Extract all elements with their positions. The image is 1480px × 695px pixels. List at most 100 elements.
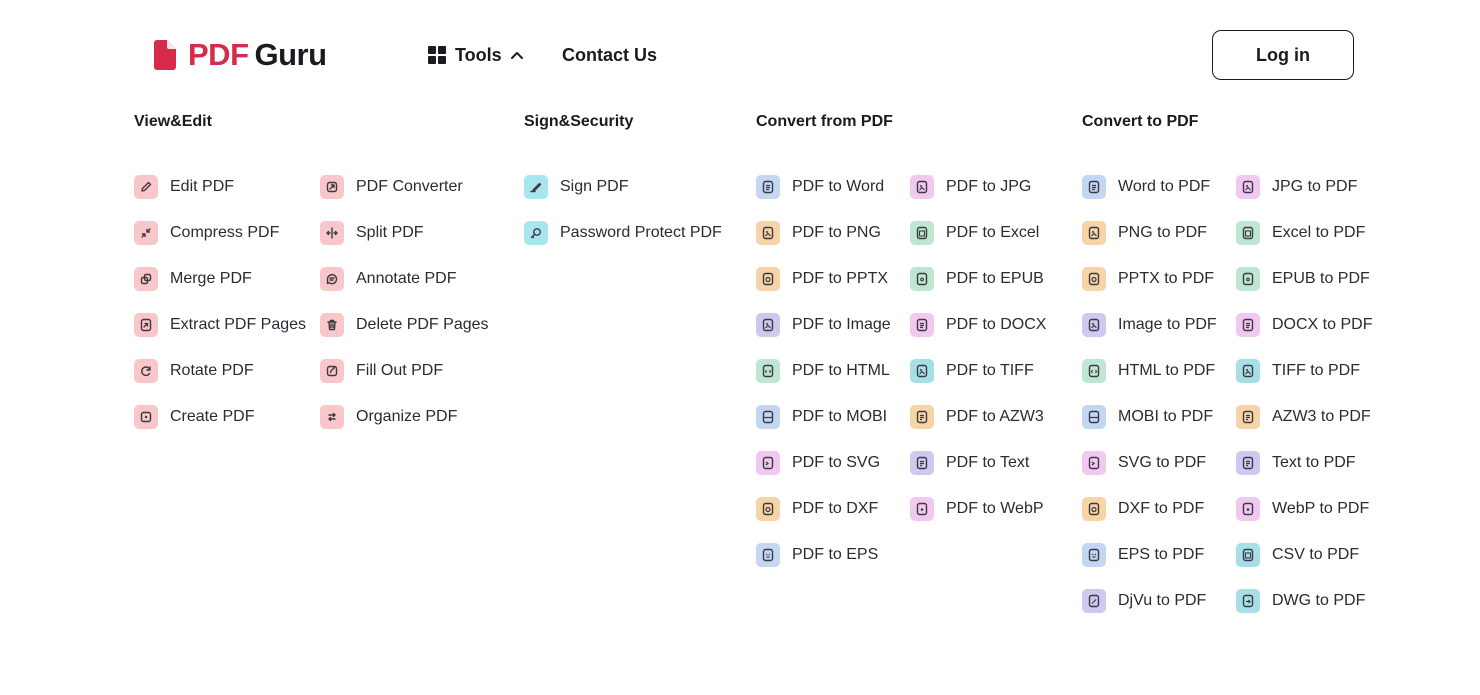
menu-item-pdf-to-excel[interactable]: PDF to Excel [910, 209, 1046, 257]
menu-item-label: MOBI to PDF [1118, 408, 1214, 425]
menu-item-epub-to-pdf[interactable]: EPUB to PDF [1236, 255, 1372, 303]
menu-item-pdf-to-jpg[interactable]: PDF to JPG [910, 163, 1046, 211]
menu-item-docx-to-pdf[interactable]: DOCX to PDF [1236, 301, 1372, 349]
docx-file-icon [910, 313, 934, 337]
menu-item-merge-pdf[interactable]: Merge PDF [134, 255, 306, 303]
menu-item-label: HTML to PDF [1118, 362, 1216, 379]
menu-item-pdf-to-text[interactable]: PDF to Text [910, 439, 1046, 487]
menu-item-label: PDF to JPG [946, 178, 1032, 195]
tools-menu-toggle[interactable]: Tools [428, 42, 524, 68]
menu-item-split-pdf[interactable]: Split PDF [320, 209, 489, 257]
menu-item-edit-pdf[interactable]: Edit PDF [134, 163, 306, 211]
azw3-file-icon [910, 405, 934, 429]
contact-us-link[interactable]: Contact Us [562, 42, 657, 68]
menu-item-label: Word to PDF [1118, 178, 1211, 195]
menu-item-pdf-to-dxf[interactable]: PDF to DXF [756, 485, 891, 533]
pdf-file-logo-icon [154, 40, 176, 70]
menu-item-label: DOCX to PDF [1272, 316, 1373, 333]
menu-item-html-to-pdf[interactable]: HTML to PDF [1082, 347, 1217, 395]
excel-file-icon [910, 221, 934, 245]
menu-item-label: DXF to PDF [1118, 500, 1205, 517]
menu-item-label: PNG to PDF [1118, 224, 1207, 241]
menu-item-label: Sign PDF [560, 178, 629, 195]
menu-item-pdf-to-svg[interactable]: PDF to SVG [756, 439, 891, 487]
menu-item-pdf-to-mobi[interactable]: PDF to MOBI [756, 393, 891, 441]
menu-item-label: Fill Out PDF [356, 362, 444, 379]
menu-item-password-protect-pdf[interactable]: Password Protect PDF [524, 209, 722, 257]
menu-item-label: PDF to Excel [946, 224, 1040, 241]
menu-item-pdf-to-image[interactable]: PDF to Image [756, 301, 891, 349]
image-file-icon [756, 313, 780, 337]
menu-item-pdf-to-word[interactable]: PDF to Word [756, 163, 891, 211]
menu-item-azw3-to-pdf[interactable]: AZW3 to PDF [1236, 393, 1372, 441]
menu-item-text-to-pdf[interactable]: Text to PDF [1236, 439, 1372, 487]
menu-item-label: PDF to EPUB [946, 270, 1044, 287]
menu-item-webp-to-pdf[interactable]: WebP to PDF [1236, 485, 1372, 533]
merge-icon [134, 267, 158, 291]
azw3-file-icon [1236, 405, 1260, 429]
menu-item-pdf-to-epub[interactable]: PDF to EPUB [910, 255, 1046, 303]
create-icon [134, 405, 158, 429]
menu-item-pdf-to-docx[interactable]: PDF to DOCX [910, 301, 1046, 349]
menu-item-pdf-to-html[interactable]: PDF to HTML [756, 347, 891, 395]
menu-item-sign-pdf[interactable]: Sign PDF [524, 163, 722, 211]
extract-icon [134, 313, 158, 337]
tiff-file-icon [910, 359, 934, 383]
menu-item-fill-out-pdf[interactable]: Fill Out PDF [320, 347, 489, 395]
menu-item-csv-to-pdf[interactable]: CSV to PDF [1236, 531, 1372, 579]
menu-item-annotate-pdf[interactable]: Annotate PDF [320, 255, 489, 303]
menu-item-eps-to-pdf[interactable]: EPS to PDF [1082, 531, 1217, 579]
menu-item-pdf-to-pptx[interactable]: PDF to PPTX [756, 255, 891, 303]
menu-item-pdf-to-tiff[interactable]: PDF to TIFF [910, 347, 1046, 395]
menu-item-label: WebP to PDF [1272, 500, 1370, 517]
menu-item-delete-pdf-pages[interactable]: Delete PDF Pages [320, 301, 489, 349]
menu-item-mobi-to-pdf[interactable]: MOBI to PDF [1082, 393, 1217, 441]
convert-to-column-2: JPG to PDF Excel to PDF EPUB to PDF DOCX to… [1236, 163, 1372, 625]
menu-item-word-to-pdf[interactable]: Word to PDF [1082, 163, 1217, 211]
menu-item-svg-to-pdf[interactable]: SVG to PDF [1082, 439, 1217, 487]
menu-item-djvu-to-pdf[interactable]: DjVu to PDF [1082, 577, 1217, 625]
menu-item-label: PPTX to PDF [1118, 270, 1215, 287]
fill-out-icon [320, 359, 344, 383]
menu-item-dxf-to-pdf[interactable]: DXF to PDF [1082, 485, 1217, 533]
view-edit-column-2: PDF Converter Split PDF Annotate PDF Delete… [320, 163, 489, 441]
excel-file-icon [1236, 221, 1260, 245]
section-title-view-edit: View&Edit [134, 113, 212, 130]
lock-icon [524, 221, 548, 245]
menu-item-rotate-pdf[interactable]: Rotate PDF [134, 347, 306, 395]
menu-item-label: Split PDF [356, 224, 424, 241]
menu-item-jpg-to-pdf[interactable]: JPG to PDF [1236, 163, 1372, 211]
menu-item-label: Annotate PDF [356, 270, 457, 287]
word-file-icon [1082, 175, 1106, 199]
menu-item-pdf-to-eps[interactable]: PDF to EPS [756, 531, 891, 579]
epub-file-icon [910, 267, 934, 291]
menu-item-pptx-to-pdf[interactable]: PPTX to PDF [1082, 255, 1217, 303]
menu-item-label: Compress PDF [170, 224, 280, 241]
menu-item-pdf-to-webp[interactable]: PDF to WebP [910, 485, 1046, 533]
png-file-icon [1082, 221, 1106, 245]
webp-file-icon [910, 497, 934, 521]
csv-file-icon [1236, 543, 1260, 567]
menu-item-excel-to-pdf[interactable]: Excel to PDF [1236, 209, 1372, 257]
menu-item-pdf-converter[interactable]: PDF Converter [320, 163, 489, 211]
menu-item-label: PDF Converter [356, 178, 463, 195]
menu-item-create-pdf[interactable]: Create PDF [134, 393, 306, 441]
menu-item-label: TIFF to PDF [1272, 362, 1360, 379]
logo-text-guru: Guru [254, 37, 328, 72]
menu-item-extract-pdf-pages[interactable]: Extract PDF Pages [134, 301, 306, 349]
text-file-icon [1236, 451, 1260, 475]
menu-item-label: EPS to PDF [1118, 546, 1205, 563]
menu-item-pdf-to-png[interactable]: PDF to PNG [756, 209, 891, 257]
menu-item-png-to-pdf[interactable]: PNG to PDF [1082, 209, 1217, 257]
menu-item-tiff-to-pdf[interactable]: TIFF to PDF [1236, 347, 1372, 395]
convert-from-column-1: PDF to Word PDF to PNG PDF to PPTX PDF to I… [756, 163, 891, 579]
sign-security-column: Sign PDF Password Protect PDF [524, 163, 722, 257]
menu-item-compress-pdf[interactable]: Compress PDF [134, 209, 306, 257]
logo[interactable]: PDF Guru [154, 37, 328, 72]
menu-item-pdf-to-azw3[interactable]: PDF to AZW3 [910, 393, 1046, 441]
menu-item-label: Organize PDF [356, 408, 458, 425]
menu-item-image-to-pdf[interactable]: Image to PDF [1082, 301, 1217, 349]
menu-item-organize-pdf[interactable]: Organize PDF [320, 393, 489, 441]
menu-item-dwg-to-pdf[interactable]: DWG to PDF [1236, 577, 1372, 625]
login-button[interactable]: Log in [1212, 30, 1354, 80]
